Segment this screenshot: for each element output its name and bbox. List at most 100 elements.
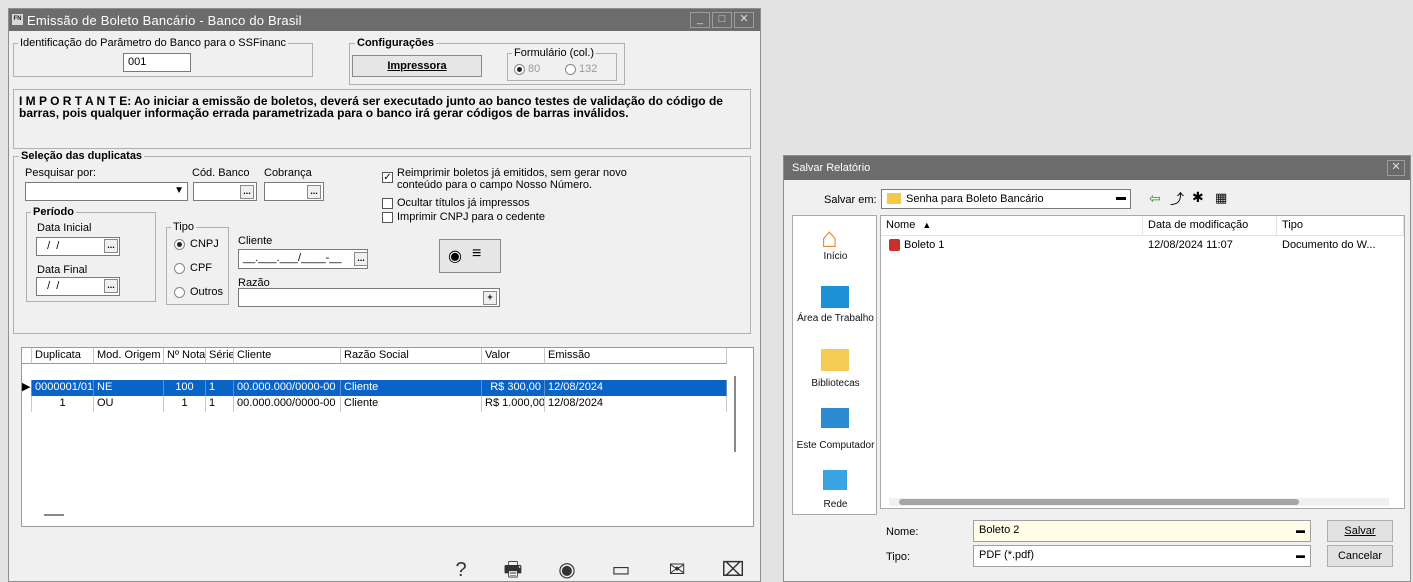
file-list-horizontal-scrollbar[interactable] [889, 498, 1389, 506]
client-input[interactable]: __.___.___/____-__ [238, 249, 368, 269]
type-cnpj-label: CNPJ [190, 238, 219, 250]
cell-razao-social: Cliente [341, 380, 482, 396]
cell-emissao: 12/08/2024 [545, 396, 727, 412]
col-cliente[interactable]: Cliente [234, 348, 341, 364]
back-button[interactable]: ⇦ [1149, 190, 1161, 207]
print-cnpj-label: Imprimir CNPJ para o cedente [397, 211, 545, 223]
close-button[interactable]: ✕ [734, 12, 754, 28]
exit-button[interactable]: ⌧ [721, 558, 745, 582]
chevron-down-icon: ▬ [1116, 192, 1126, 203]
col-valor[interactable]: Valor [482, 348, 545, 364]
grid-vertical-scrollbar[interactable] [734, 376, 736, 452]
printer-button[interactable]: Impressora [352, 55, 482, 77]
type-outros-label: Outros [190, 286, 224, 298]
help-button[interactable]: ? [449, 558, 473, 582]
form-132-label: 132 [579, 63, 598, 75]
col-tipo[interactable]: Tipo [1277, 216, 1404, 236]
col-nome[interactable]: Nome ▲ [881, 216, 1143, 236]
computer-icon[interactable] [821, 408, 849, 428]
list-item[interactable]: Boleto 1 12/08/2024 11:07 Documento do W… [881, 238, 1404, 254]
col-nota[interactable]: Nº Nota [164, 348, 206, 364]
view-grid-icon: ▦ [1215, 190, 1228, 205]
sidebar-item-label: Área de Trabalho [797, 313, 874, 324]
network-icon[interactable] [823, 470, 847, 490]
bank-code-lookup-button[interactable]: ... [240, 185, 254, 199]
cell-mod-origem: OU [94, 396, 164, 412]
config-legend: Configurações [355, 37, 437, 49]
type-legend: Tipo [171, 221, 196, 233]
col-duplicata[interactable]: Duplicata [32, 348, 94, 364]
col-serie[interactable]: Série [206, 348, 234, 364]
sidebar-item-label: Bibliotecas [811, 378, 860, 389]
period-legend: Período [31, 206, 76, 218]
bank-param-input[interactable]: 001 [123, 53, 191, 72]
up-folder-icon: ⤴ [1170, 191, 1184, 207]
email-button[interactable]: ✉ [665, 558, 689, 582]
scrollbar-thumb[interactable] [899, 499, 1299, 505]
print-cnpj-checkbox[interactable] [382, 212, 393, 223]
razao-input[interactable]: + [238, 288, 500, 307]
param-legend: Identificação do Parâmetro do Banco para… [18, 37, 288, 49]
desktop-icon[interactable] [821, 286, 849, 308]
folder-icon [887, 193, 901, 204]
filter-check-icon: ≡ [472, 245, 482, 262]
view-menu-button[interactable]: ▦ [1215, 190, 1227, 206]
col-emissao[interactable]: Emissão [545, 348, 727, 364]
save-in-label: Salvar em: [824, 194, 877, 206]
col-razao-social[interactable]: Razão Social [341, 348, 482, 364]
type-cpf-radio[interactable] [174, 263, 185, 274]
end-date-picker-button[interactable]: ... [104, 279, 118, 293]
hide-printed-checkbox[interactable] [382, 198, 393, 209]
bank-code-input[interactable]: ... [193, 182, 257, 201]
col-data-modificacao[interactable]: Data de modificação [1143, 216, 1277, 236]
table-row[interactable]: ▶ 0000001/01 NE 100 1 00.000.000/0000-00… [22, 380, 727, 396]
start-date-label: Data Inicial [37, 222, 92, 234]
print-button[interactable]: 🖶 [501, 558, 525, 582]
grid-horizontal-scrollbar[interactable] [44, 514, 64, 516]
back-arrow-icon: ⇦ [1149, 190, 1161, 206]
col-mod-origem[interactable]: Mod. Origem [94, 348, 164, 364]
billing-lookup-button[interactable]: ... [307, 185, 321, 199]
folder-select[interactable]: Senha para Boleto Bancário ▬ [881, 189, 1131, 209]
start-date-picker-button[interactable]: ... [104, 239, 118, 253]
type-cnpj-radio[interactable] [174, 239, 185, 250]
minimize-button[interactable]: _ [690, 12, 710, 28]
maximize-icon: □ [718, 13, 726, 25]
billing-input[interactable]: ... [264, 182, 324, 201]
client-lookup-button[interactable]: ... [354, 252, 368, 266]
sidebar-item-label: Início [823, 251, 848, 262]
form-132-radio[interactable] [565, 64, 576, 75]
grid-header: Duplicata Mod. Origem Nº Nota Série Clie… [22, 348, 742, 366]
window-title: Emissão de Boleto Bancário - Banco do Br… [27, 13, 302, 28]
view-filter-button[interactable]: ◉ ≡ [439, 239, 501, 273]
type-outros-radio[interactable] [174, 287, 185, 298]
file-type-select[interactable]: PDF (*.pdf) ▬ [973, 545, 1311, 567]
search-label: Pesquisar por: [25, 167, 96, 179]
cell-cliente: 00.000.000/0000-00 [234, 380, 341, 396]
type-cpf-label: CPF [190, 262, 212, 274]
export-button[interactable]: ▭ [609, 558, 633, 582]
table-row[interactable]: 1 OU 1 1 00.000.000/0000-00 Cliente R$ 1… [22, 396, 727, 412]
new-folder-button[interactable]: ✱ [1192, 189, 1204, 206]
form-80-label: 80 [528, 63, 541, 75]
places-bar: ⌂ Início Área de Trabalho Bibliotecas Es… [792, 215, 877, 515]
up-folder-button[interactable]: ⤴ [1170, 189, 1184, 209]
search-select[interactable]: ▼ [25, 182, 188, 201]
form-80-radio[interactable] [514, 64, 525, 75]
billing-label: Cobrança [264, 167, 312, 179]
cancel-button[interactable]: Cancelar [1327, 545, 1393, 567]
cell-nota: 100 [164, 380, 206, 396]
chevron-down-icon: ▬ [1296, 550, 1305, 560]
preview-button[interactable]: ◉ [555, 558, 579, 582]
row-indicator [22, 396, 32, 412]
maximize-button[interactable]: □ [712, 12, 732, 28]
file-modified: 12/08/2024 11:07 [1148, 239, 1233, 251]
dialog-titlebar: Salvar Relatório ✕ [784, 156, 1410, 180]
save-button[interactable]: Salvar [1327, 520, 1393, 542]
file-type-value: PDF (*.pdf) [979, 549, 1035, 561]
file-name-input[interactable]: Boleto 2 ▬ [973, 520, 1311, 542]
dialog-close-button[interactable]: ✕ [1387, 160, 1405, 176]
razao-add-button[interactable]: + [483, 291, 497, 305]
reprint-checkbox[interactable]: ✓ [382, 172, 393, 183]
libraries-icon[interactable] [821, 349, 849, 371]
